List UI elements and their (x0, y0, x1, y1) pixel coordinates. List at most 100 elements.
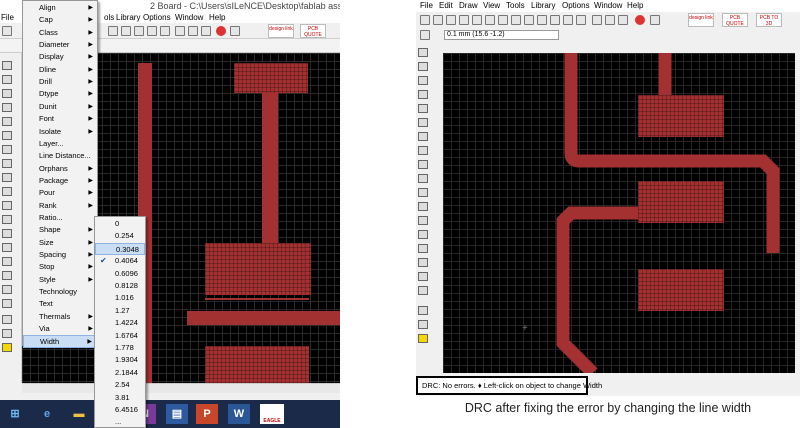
lock-icon[interactable] (2, 159, 12, 168)
zoom-in-icon[interactable] (121, 26, 131, 36)
menu-item-shape[interactable]: Shape ▶ (23, 224, 97, 236)
open-icon[interactable] (420, 15, 430, 25)
add-icon[interactable] (2, 145, 12, 154)
ripup-icon[interactable] (2, 215, 12, 224)
width-option[interactable]: 0 (95, 218, 145, 230)
redraw-icon[interactable] (576, 15, 586, 25)
hole-icon[interactable] (418, 286, 428, 295)
route-icon[interactable] (2, 201, 12, 210)
save-icon[interactable] (433, 15, 443, 25)
width-option[interactable]: 0.3048 (95, 242, 145, 256)
warning-icon[interactable] (2, 343, 12, 352)
name-icon[interactable] (418, 146, 428, 155)
width-option[interactable]: 1.6764 (95, 330, 145, 342)
width-option[interactable]: ✔ 0.4064 (95, 255, 145, 267)
internet-explorer-icon[interactable]: e (36, 404, 58, 424)
menu-window[interactable]: Window (594, 1, 622, 10)
info-icon[interactable] (2, 61, 12, 70)
menu-item-diameter[interactable]: Diameter ▶ (23, 39, 97, 51)
delete-icon[interactable] (2, 131, 12, 140)
ripup-icon[interactable] (418, 216, 428, 225)
menu-library[interactable]: Library (531, 1, 555, 10)
menu-item-rank[interactable]: Rank ▶ (23, 200, 97, 212)
go-icon[interactable] (230, 26, 240, 36)
switch-icon[interactable] (472, 15, 482, 25)
menu-item-align[interactable]: Align ▶ (23, 2, 97, 14)
menu-item-cap[interactable]: Cap ▶ (23, 14, 97, 26)
menu-item-ratio[interactable]: Ratio... (23, 212, 97, 224)
move-icon[interactable] (2, 89, 12, 98)
menu-item-drill[interactable]: Drill ▶ (23, 76, 97, 88)
width-option[interactable]: 1.016 (95, 292, 145, 304)
menu-item-dline[interactable]: Dline ▶ (23, 64, 97, 76)
paste-icon[interactable] (418, 118, 428, 127)
redo-icon[interactable] (605, 15, 615, 25)
grid-icon[interactable] (420, 30, 430, 40)
menu-file[interactable]: File (1, 13, 14, 22)
move-icon[interactable] (418, 76, 428, 85)
menu-edit[interactable]: Edit (439, 1, 453, 10)
layer-icon[interactable] (418, 48, 428, 57)
width-option[interactable]: ... (95, 416, 145, 428)
media-icon[interactable]: ▤ (166, 404, 188, 424)
undo-icon[interactable] (592, 15, 602, 25)
split-icon[interactable] (2, 187, 12, 196)
zoom-select-icon[interactable] (563, 15, 573, 25)
stop-icon[interactable] (635, 15, 645, 25)
design-link-button[interactable]: design link (268, 24, 294, 38)
menu-item-font[interactable]: Font ▶ (23, 113, 97, 125)
file-explorer-icon[interactable]: ▬ (68, 404, 90, 424)
mirror-icon[interactable] (418, 90, 428, 99)
circle-icon[interactable] (418, 244, 428, 253)
menu-item-dtype[interactable]: Dtype ▶ (23, 88, 97, 100)
menu-item-pour[interactable]: Pour ▶ (23, 187, 97, 199)
width-option[interactable]: 0.6096 (95, 268, 145, 280)
warning-icon[interactable] (418, 334, 428, 343)
wire-icon[interactable] (2, 229, 12, 238)
undo-icon[interactable] (175, 26, 185, 36)
delete-icon[interactable] (418, 132, 428, 141)
zoom-out-icon[interactable] (134, 26, 144, 36)
redo-icon[interactable] (188, 26, 198, 36)
menu-tools[interactable]: Tools (506, 1, 525, 10)
board-canvas[interactable]: + (443, 53, 795, 373)
menu-options[interactable]: Options (562, 1, 590, 10)
cancel-icon[interactable] (201, 26, 211, 36)
open-icon[interactable] (2, 26, 12, 36)
cancel-icon[interactable] (618, 15, 628, 25)
menu-item-line-distance[interactable]: Line Distance... (23, 150, 97, 162)
redraw-icon[interactable] (160, 26, 170, 36)
menu-item-stop[interactable]: Stop ▶ (23, 261, 97, 273)
width-option[interactable]: 1.778 (95, 342, 145, 354)
group-icon[interactable] (418, 174, 428, 183)
menu-library[interactable]: Library (116, 13, 140, 22)
ratsnest-icon[interactable] (418, 306, 428, 315)
menu-item-package[interactable]: Package ▶ (23, 175, 97, 187)
info-icon[interactable] (418, 62, 428, 71)
powerpoint-icon[interactable]: P (196, 404, 218, 424)
show-icon[interactable] (2, 75, 12, 84)
width-option[interactable]: 1.4224 (95, 317, 145, 329)
ratsnest-icon[interactable] (2, 315, 12, 324)
zoom-out-icon[interactable] (550, 15, 560, 25)
menu-item-via[interactable]: Via ▶ (23, 323, 97, 335)
menu-item-technology[interactable]: Technology (23, 286, 97, 298)
menu-item-width[interactable]: Width ▶ (23, 335, 97, 348)
menu-window[interactable]: Window (175, 13, 203, 22)
zoom-in-icon[interactable] (537, 15, 547, 25)
menu-item-class[interactable]: Class ▶ (23, 27, 97, 39)
via-icon[interactable] (2, 299, 12, 308)
width-option[interactable]: 2.1844 (95, 367, 145, 379)
rect-icon[interactable] (2, 271, 12, 280)
script-icon[interactable] (498, 15, 508, 25)
menu-item-isolate[interactable]: Isolate ▶ (23, 126, 97, 138)
route-icon[interactable] (418, 202, 428, 211)
eagle-icon[interactable]: EAGLE (260, 404, 284, 424)
pcb-quote-button[interactable]: PCB QUOTE (300, 24, 326, 38)
circle-icon[interactable] (2, 257, 12, 266)
menu-item-orphans[interactable]: Orphans ▶ (23, 163, 97, 175)
width-option[interactable]: 2.54 (95, 379, 145, 391)
zoom-select-icon[interactable] (147, 26, 157, 36)
design-link-button[interactable]: design link (688, 13, 714, 27)
width-option[interactable]: 0.254 (95, 230, 145, 242)
